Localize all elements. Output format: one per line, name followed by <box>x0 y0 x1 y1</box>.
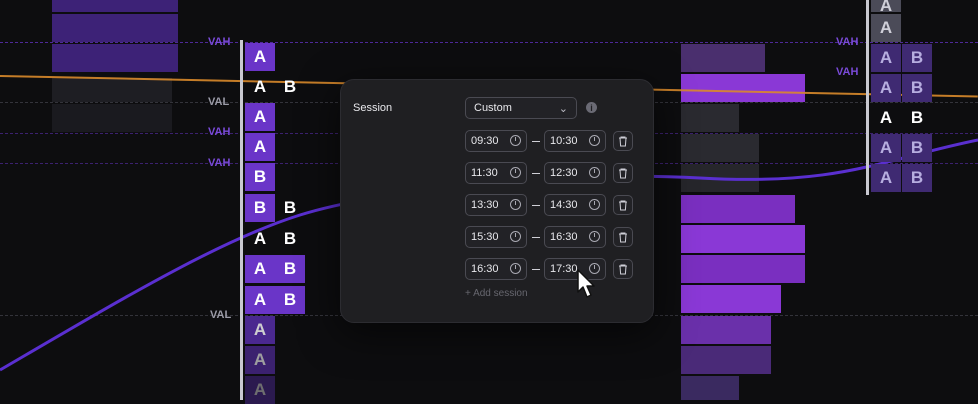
profile-axis <box>866 0 869 195</box>
tpo-cell: B <box>275 255 305 283</box>
clock-icon[interactable] <box>589 167 600 178</box>
start-time-value: 09:30 <box>471 135 499 147</box>
info-icon[interactable]: i <box>586 102 597 113</box>
tpo-cell: B <box>245 163 275 191</box>
add-session-button[interactable]: + Add session <box>465 288 528 299</box>
tpo-cell: A <box>871 74 901 102</box>
vah-tag: VAH <box>836 36 859 48</box>
end-time-value: 10:30 <box>550 135 578 147</box>
tpo-cell: B <box>283 198 297 217</box>
tpo-cell: A <box>253 77 267 96</box>
end-time-field[interactable]: 14:30 <box>544 194 606 216</box>
start-time-field[interactable]: 11:30 <box>465 162 527 184</box>
tpo-cell: B <box>902 134 932 162</box>
tpo-cell: B <box>910 108 924 127</box>
val-tag: VAL <box>208 96 230 108</box>
tpo-cell: B <box>283 229 297 248</box>
tpo-cell: B <box>902 164 932 192</box>
tpo-cell: B <box>902 74 932 102</box>
start-time-value: 13:30 <box>471 199 499 211</box>
vah-tag: VAH <box>836 66 859 78</box>
delete-session-button[interactable] <box>613 227 633 247</box>
tpo-cell: A <box>245 346 275 374</box>
tpo-cell: B <box>283 77 297 96</box>
end-time-value: 16:30 <box>550 231 578 243</box>
vah-tag: VAH <box>208 126 231 138</box>
delete-session-button[interactable] <box>613 195 633 215</box>
end-time-value: 17:30 <box>550 263 578 275</box>
trash-icon <box>619 168 627 179</box>
session-settings-panel: Session Custom ⌄ i 09:30 10:30 11:30 12:… <box>340 79 654 323</box>
end-time-field[interactable]: 12:30 <box>544 162 606 184</box>
trash-icon <box>619 232 627 243</box>
end-time-value: 14:30 <box>550 199 578 211</box>
tpo-cell: A <box>245 255 275 283</box>
tpo-cell: B <box>275 286 305 314</box>
clock-icon[interactable] <box>510 231 521 242</box>
range-dash <box>532 205 540 206</box>
delete-session-button[interactable] <box>613 163 633 183</box>
val-tag: VAL <box>210 309 232 321</box>
trash-icon <box>619 200 627 211</box>
clock-icon[interactable] <box>510 135 521 146</box>
start-time-value: 15:30 <box>471 231 499 243</box>
start-time-field[interactable]: 13:30 <box>465 194 527 216</box>
start-time-value: 11:30 <box>471 167 498 179</box>
tpo-cell: A <box>245 286 275 314</box>
tpo-cell: A <box>871 14 901 42</box>
trash-icon <box>619 264 627 275</box>
clock-icon[interactable] <box>589 231 600 242</box>
tpo-cell: A <box>871 134 901 162</box>
range-dash <box>532 269 540 270</box>
clock-icon[interactable] <box>589 135 600 146</box>
tpo-cell: B <box>902 44 932 72</box>
tpo-cell: B <box>245 194 275 222</box>
range-dash <box>532 173 540 174</box>
start-time-field[interactable]: 16:30 <box>465 258 527 280</box>
tpo-cell: A <box>871 164 901 192</box>
end-time-value: 12:30 <box>550 167 578 179</box>
tpo-cell: A <box>253 229 267 248</box>
range-dash <box>532 141 540 142</box>
mouse-cursor-icon <box>577 269 595 298</box>
end-time-field[interactable]: 10:30 <box>544 130 606 152</box>
tpo-cell: A <box>245 316 275 344</box>
profile-axis <box>240 40 243 400</box>
vah-tag: VAH <box>208 157 231 169</box>
tpo-cell: A <box>871 44 901 72</box>
tpo-cell: A <box>245 103 275 131</box>
vah-tag: VAH <box>208 36 231 48</box>
range-dash <box>532 237 540 238</box>
clock-icon[interactable] <box>510 263 521 274</box>
clock-icon[interactable] <box>589 199 600 210</box>
end-time-field[interactable]: 16:30 <box>544 226 606 248</box>
add-session-label: Add session <box>473 288 528 299</box>
trash-icon <box>619 136 627 147</box>
tpo-cell: A <box>245 133 275 161</box>
tpo-cell: A <box>871 0 901 15</box>
delete-session-button[interactable] <box>613 259 633 279</box>
clock-icon[interactable] <box>510 199 521 210</box>
plus-icon: + <box>465 288 471 299</box>
chevron-down-icon: ⌄ <box>558 103 568 115</box>
session-label: Session <box>353 102 393 114</box>
start-time-field[interactable]: 15:30 <box>465 226 527 248</box>
tpo-cell: A <box>245 43 275 71</box>
delete-session-button[interactable] <box>613 131 633 151</box>
session-mode-select[interactable]: Custom ⌄ <box>465 97 577 119</box>
clock-icon[interactable] <box>510 167 521 178</box>
tpo-cell: A <box>879 108 893 127</box>
start-time-field[interactable]: 09:30 <box>465 130 527 152</box>
start-time-value: 16:30 <box>471 263 499 275</box>
session-mode-value: Custom <box>474 102 512 114</box>
